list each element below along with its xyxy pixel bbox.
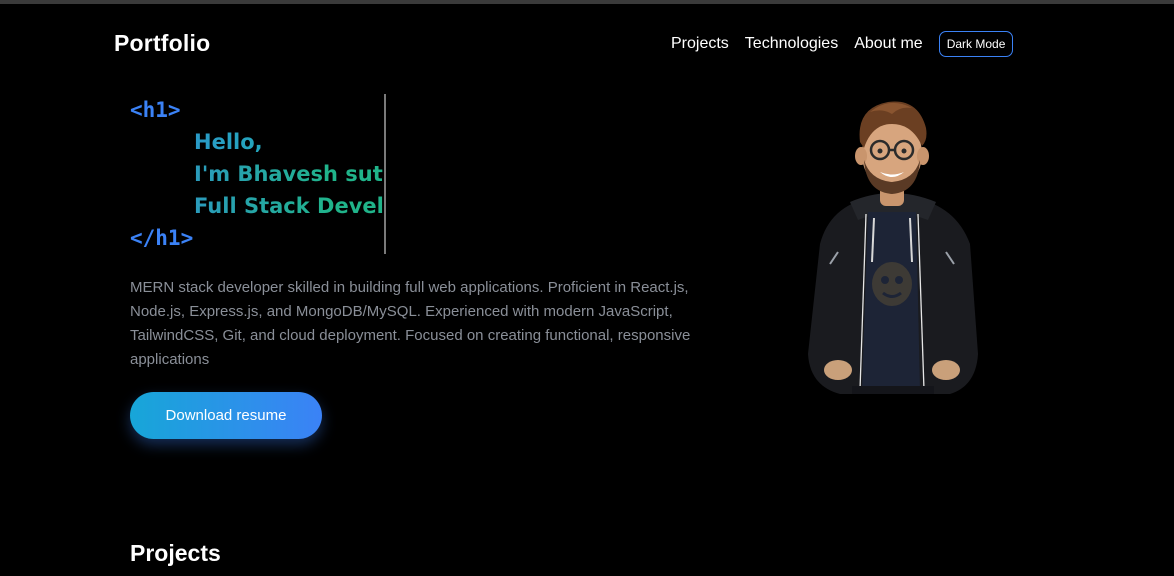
nav-link-about-me[interactable]: About me xyxy=(854,35,922,53)
hero-greeting: Hello, xyxy=(130,126,384,158)
projects-section-title: Projects xyxy=(130,540,221,566)
nav-link-projects[interactable]: Projects xyxy=(671,35,729,53)
top-nav: Projects Technologies About me Dark Mode xyxy=(671,31,1014,57)
window-top-strip xyxy=(0,0,1174,4)
avatar-illustration xyxy=(808,101,978,394)
hero-role: Full Stack Develo xyxy=(130,190,384,222)
download-resume-button[interactable]: Download resume xyxy=(130,392,322,439)
dark-mode-toggle[interactable]: Dark Mode xyxy=(938,31,1014,57)
open-h1-tag: <h1> xyxy=(130,98,181,122)
nav-link-technologies[interactable]: Technologies xyxy=(745,35,838,53)
brand-logo[interactable]: Portfolio xyxy=(114,30,210,57)
hero-intro-text: MERN stack developer skilled in building… xyxy=(130,279,691,368)
hero-name: I'm Bhavesh suth xyxy=(130,158,384,190)
close-h1-tag: </h1> xyxy=(130,226,194,250)
hero-heading-block: <h1> Hello, I'm Bhavesh suth Full Stack … xyxy=(130,94,386,254)
